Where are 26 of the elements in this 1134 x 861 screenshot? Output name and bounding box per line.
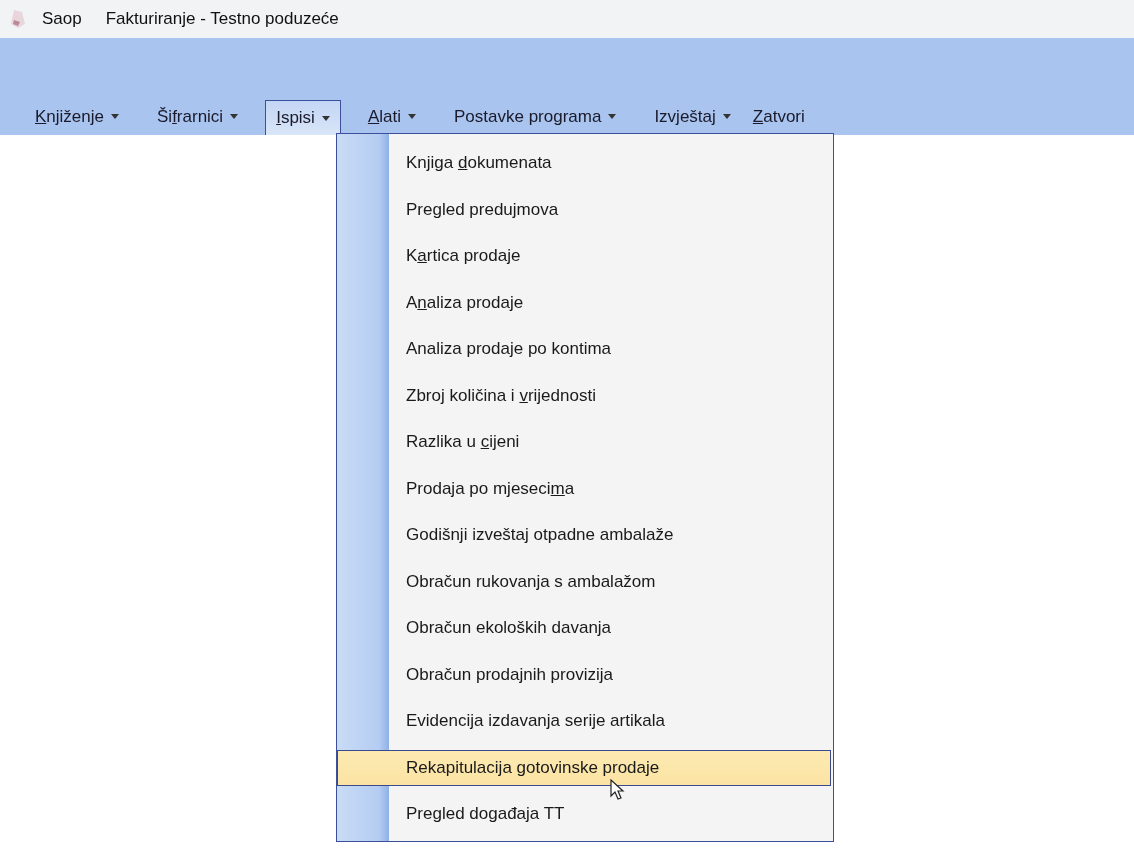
- window-title: Fakturiranje - Testno poduzeće: [105, 9, 339, 29]
- menu-item[interactable]: Kartica prodaje: [337, 233, 831, 280]
- menu-bar-item[interactable]: Alati: [356, 100, 427, 133]
- menu-item[interactable]: Godišnji izveštaj otpadne ambalaže: [337, 512, 831, 559]
- menu-item[interactable]: Obračun prodajnih provizija: [337, 651, 831, 698]
- mouse-pointer-icon: [610, 779, 625, 801]
- menu-item[interactable]: Analiza prodaje: [337, 279, 831, 326]
- app-name: Saop: [42, 9, 82, 29]
- menu-item[interactable]: Razlika u cijeni: [337, 419, 831, 466]
- menu-bar-item[interactable]: Ispisi: [265, 100, 341, 135]
- menu-item[interactable]: Evidencija izdavanja serije artikala: [337, 698, 831, 745]
- menu-item[interactable]: Knjiga dokumenata: [337, 140, 831, 187]
- menu-item[interactable]: Rekapitulacija gotovinske prodaje: [337, 749, 831, 786]
- menu-bar-item[interactable]: Izvještaj: [643, 100, 742, 133]
- menu-item[interactable]: Obračun rukovanja s ambalažom: [337, 558, 831, 605]
- menu-bar-item[interactable]: Zatvori: [741, 100, 816, 133]
- menu-item[interactable]: Prodaja po mjesecima: [337, 465, 831, 512]
- menu-bar-item[interactable]: Šifrarnici: [146, 100, 250, 133]
- menu-item[interactable]: Pregled predujmova: [337, 186, 831, 233]
- app-icon: [8, 8, 28, 30]
- menu-item[interactable]: Obračun ekoloških davanja: [337, 605, 831, 652]
- menu-item[interactable]: Pregled događaja TT: [337, 791, 831, 838]
- menu-bar-item[interactable]: Knjiženje: [24, 100, 130, 133]
- menu-item[interactable]: Zbroj količina i vrijednosti: [337, 372, 831, 419]
- menu-bar-item[interactable]: Postavke programa: [443, 100, 628, 133]
- menu-item[interactable]: Analiza prodaje po kontima: [337, 326, 831, 373]
